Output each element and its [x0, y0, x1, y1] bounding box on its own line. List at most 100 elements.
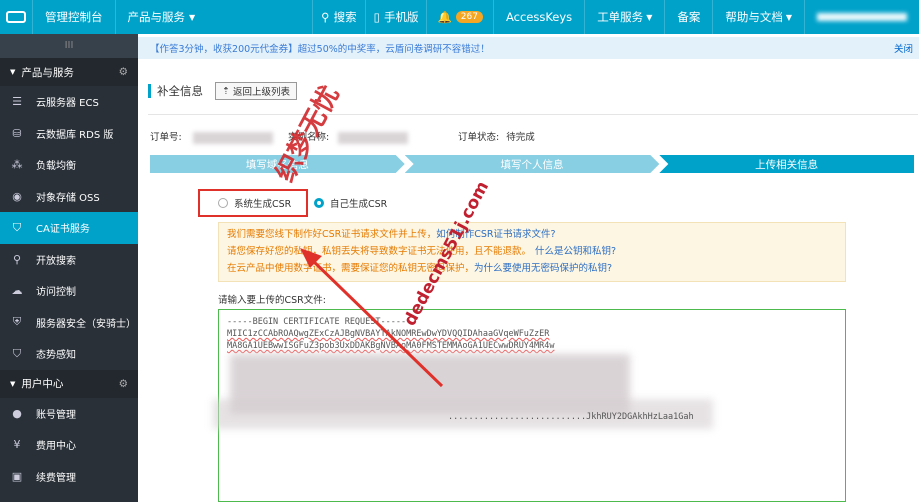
sidebar-item-rds[interactable]: ⛁ 云数据库 RDS 版: [0, 118, 138, 150]
shield-check-icon: ⛉: [12, 346, 22, 360]
order-no-blurred: [192, 131, 273, 144]
sidebar-item-account[interactable]: ● 账号管理: [0, 398, 138, 430]
sidebar-item-label: 对象存储 OSS: [36, 192, 100, 204]
divider: [148, 114, 918, 115]
server-icon: ☰: [12, 95, 22, 109]
mobile-label: 手机版: [383, 10, 419, 24]
sidebar-item-label: 开放搜索: [36, 255, 76, 267]
database-icon: ⛁: [12, 126, 22, 140]
main-content: 补全信息 ⇡ 返回上级列表 订单号: 实例名称: 订单状态: 待完成 填写域名信…: [138, 59, 919, 502]
user-menu[interactable]: [804, 0, 919, 34]
back-to-list-button[interactable]: ⇡ 返回上级列表: [215, 82, 297, 100]
chevron-down-icon: ▼: [646, 12, 653, 22]
order-no: 订单号:: [150, 129, 273, 144]
sidebar-item-label: 续费管理: [36, 472, 76, 484]
sidebar-group-user[interactable]: ▼ 用户中心 ⚙: [0, 369, 138, 398]
radio-circle-selected[interactable]: [314, 198, 324, 208]
sidebar-item-label: 云服务器 ECS: [36, 98, 99, 110]
beian-link[interactable]: 备案: [664, 0, 712, 34]
order-status: 订单状态: 待完成: [458, 129, 535, 143]
sidebar-item-label: 态势感知: [36, 350, 76, 362]
search-label: 搜索: [333, 10, 357, 24]
tip-link-nopass[interactable]: 为什么要使用无密码保护的私钥?: [474, 263, 612, 274]
cloud-icon: ☁: [11, 284, 23, 298]
sidebar-item-situation[interactable]: ⛉ 态势感知: [0, 338, 138, 370]
bag-icon: ▣: [11, 469, 23, 483]
csr-input-label: 请输入要上传的CSR文件:: [218, 295, 326, 306]
sidebar-item-oss[interactable]: ◉ 对象存储 OSS: [0, 181, 138, 213]
shield-icon: ⛨: [12, 315, 22, 329]
notice-text[interactable]: 【作答3分钟，收获200元代金券】超过50%的中奖率，云盾问卷调研不容错过！: [150, 41, 490, 55]
sidebar-item-label: CA证书服务: [36, 224, 90, 236]
sidebar-item-aegis[interactable]: ⛨ 服务器安全（安骑士）: [0, 307, 138, 339]
radio-circle[interactable]: [218, 198, 228, 208]
sidebar-group-products[interactable]: ▼ 产品与服务 ⚙: [0, 58, 138, 86]
tickets-menu[interactable]: 工单服务 ▼: [584, 0, 664, 34]
phone-icon: ▯: [373, 10, 380, 24]
user-icon: ●: [12, 406, 22, 420]
sidebar-item-label: 访问控制: [36, 287, 76, 299]
notify-badge: 267: [455, 11, 483, 23]
chevron-down-icon: ▼: [189, 12, 196, 22]
caret-down-icon: ▼: [10, 68, 16, 76]
username-blurred: [817, 13, 907, 21]
radio-label: 系统生成CSR: [234, 199, 292, 210]
sidebar-item-label: 费用中心: [36, 441, 76, 453]
csr-line: MA8GA1UEBwwISGFuZ3pob3UxDDAKBgNVBAoMA0FM…: [227, 341, 555, 351]
products-menu[interactable]: 产品与服务 ▼: [114, 0, 313, 34]
sidebar-item-billing[interactable]: ¥ 费用中心: [0, 429, 138, 461]
back-label: 返回上级列表: [232, 87, 290, 98]
sidebar-item-ram[interactable]: ☁ 访问控制: [0, 275, 138, 307]
instance-blurred: [338, 131, 409, 144]
aliyun-logo[interactable]: [0, 0, 32, 34]
storage-icon: ◉: [12, 189, 22, 203]
accesskeys-link[interactable]: AccessKeys: [492, 0, 584, 34]
status-value: 待完成: [506, 132, 535, 143]
gear-icon[interactable]: ⚙: [119, 66, 128, 78]
sidebar-item-renew[interactable]: ▣ 续费管理: [0, 461, 138, 493]
top-navbar: 管理控制台 产品与服务 ▼ ⚲ 搜索 ▯ 手机版 🔔 267 AccessKey…: [0, 0, 919, 34]
search-icon: ⚲: [12, 252, 22, 266]
order-no-label: 订单号:: [150, 132, 182, 143]
sidebar-collapse-handle[interactable]: III: [0, 34, 138, 58]
back-arrow-icon: ⇡: [222, 85, 230, 97]
group-label: 产品与服务: [21, 66, 74, 79]
sidebar-item-label: 账号管理: [36, 409, 76, 421]
csr-tip-box: 我们需要您线下制作好CSR证书请求文件并上传，如何制作CSR证书请求文件? 请您…: [218, 222, 846, 282]
page-title: 补全信息: [157, 84, 203, 98]
bell-icon: 🔔: [437, 10, 452, 24]
help-menu[interactable]: 帮助与文档 ▼: [712, 0, 804, 34]
tickets-label: 工单服务: [597, 10, 644, 24]
mobile-link[interactable]: ▯ 手机版: [364, 0, 427, 34]
step-personal: 填写个人信息: [405, 155, 660, 173]
loadbalancer-icon: ⁂: [11, 158, 23, 172]
radio-self-csr[interactable]: 自己生成CSR: [314, 196, 387, 210]
radio-label: 自己生成CSR: [330, 199, 388, 210]
sidebar-item-slb[interactable]: ⁂ 负载均衡: [0, 149, 138, 181]
group-label: 用户中心: [21, 378, 64, 390]
search-link[interactable]: ⚲ 搜索: [312, 0, 364, 34]
title-accent: [148, 84, 151, 98]
search-icon: ⚲: [321, 10, 330, 24]
sidebar-item-ca[interactable]: ⛉ CA证书服务: [0, 212, 138, 244]
radio-system-csr[interactable]: 系统生成CSR: [198, 189, 308, 217]
status-label: 订单状态:: [458, 132, 500, 143]
tip-link-keys[interactable]: 什么是公钥和私钥?: [535, 246, 616, 257]
csr-line: MIIC1zCCAbROAQwgZExCzAJBgNVBAYTAkNOMREwD…: [227, 329, 550, 339]
tip-text: 且不能退款。: [474, 246, 532, 257]
help-label: 帮助与文档: [725, 10, 783, 24]
chevron-down-icon: ▼: [785, 12, 792, 22]
csr-line: -----BEGIN CERTIFICATE REQUEST-----: [227, 317, 407, 327]
sidebar-item-label: 云数据库 RDS 版: [36, 129, 114, 141]
console-link[interactable]: 管理控制台: [32, 0, 115, 34]
notice-close-link[interactable]: 关闭: [894, 41, 913, 55]
sidebar-item-ecs[interactable]: ☰ 云服务器 ECS: [0, 86, 138, 118]
sidebar-item-opensearch[interactable]: ⚲ 开放搜索: [0, 244, 138, 276]
notifications-button[interactable]: 🔔 267: [426, 0, 493, 34]
tip-text: 我们需要您线下制作好CSR证书请求文件并上传，: [227, 229, 437, 240]
sidebar-item-label: 负载均衡: [36, 161, 76, 173]
yen-icon: ¥: [13, 438, 21, 452]
promo-notice: 【作答3分钟，收获200元代金券】超过50%的中奖率，云盾问卷调研不容错过！ 关…: [138, 37, 919, 59]
caret-down-icon: ▼: [10, 379, 16, 388]
gear-icon[interactable]: ⚙: [119, 378, 128, 390]
